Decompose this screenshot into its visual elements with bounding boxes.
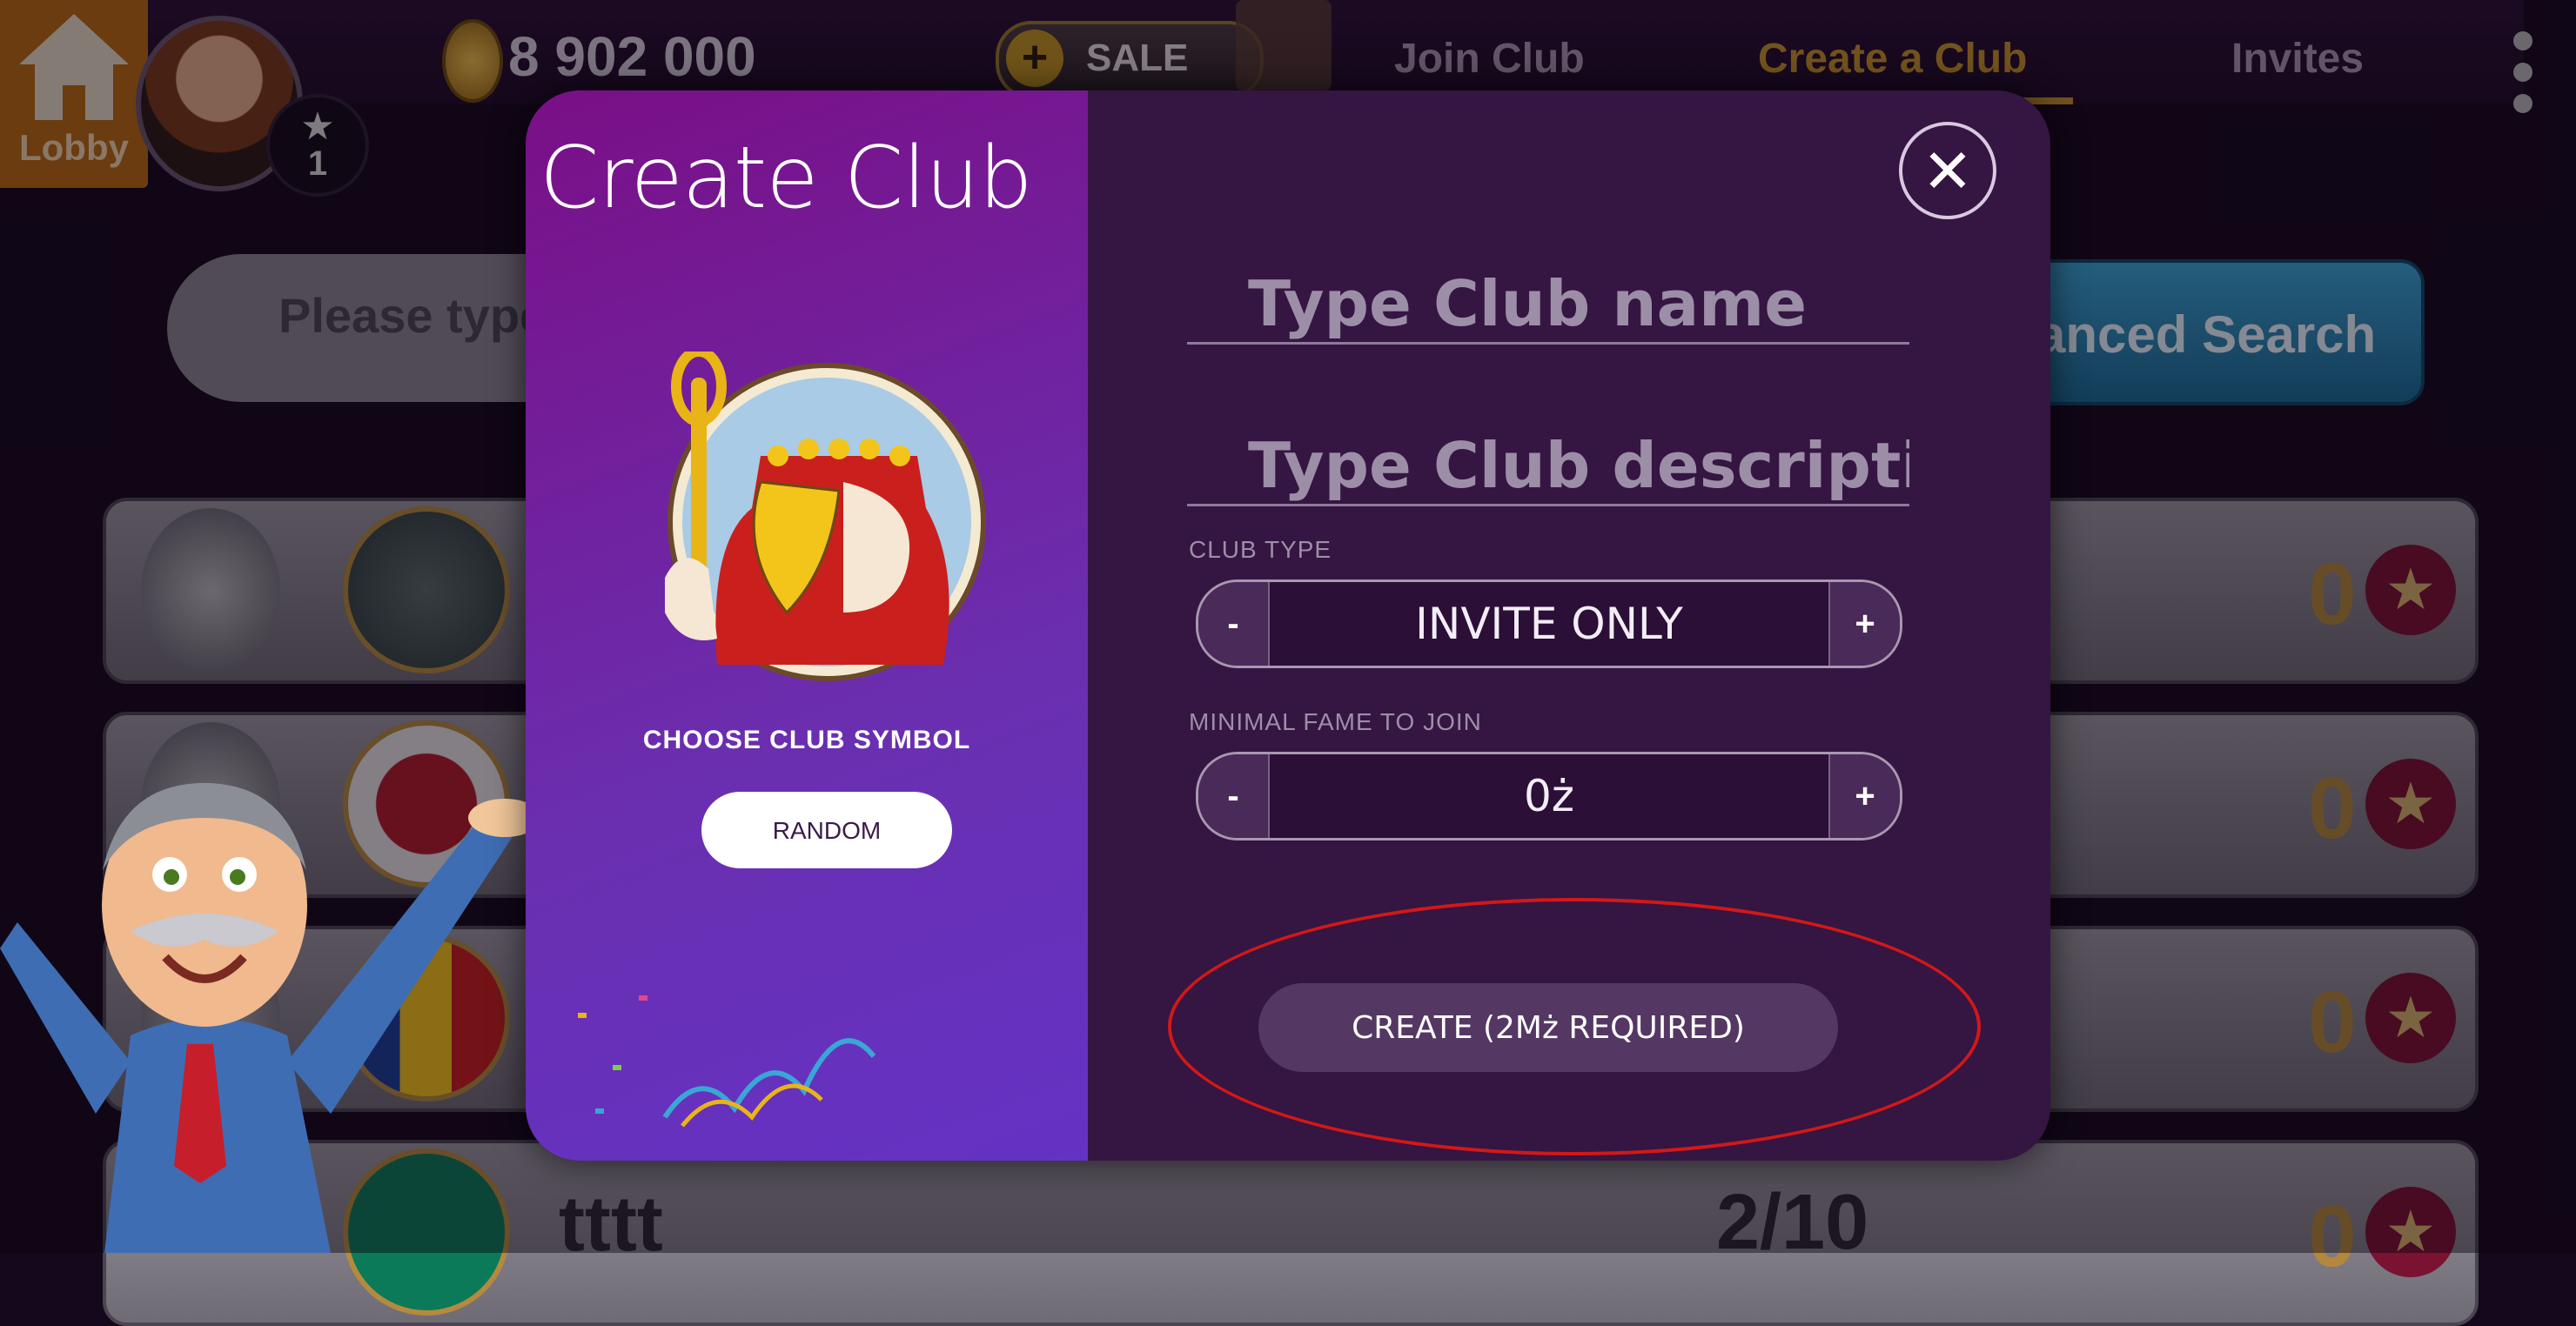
create-club-dialog: Create Club CHOOSE CLUB SYMBOL RANDOM ✕ … [526, 90, 2050, 1161]
club-type-label: CLUB TYPE [1189, 536, 1332, 563]
close-icon[interactable]: ✕ [1899, 122, 1996, 219]
club-type-stepper: - INVITE ONLY + [1196, 579, 1902, 668]
choose-symbol-label: CHOOSE CLUB SYMBOL [642, 726, 971, 754]
club-type-decrement-button[interactable]: - [1198, 582, 1270, 666]
fame-increment-button[interactable]: + [1828, 754, 1900, 838]
minimal-fame-label: MINIMAL FAME TO JOIN [1189, 708, 1482, 735]
club-type-increment-button[interactable]: + [1828, 582, 1900, 666]
confetti-icon [578, 995, 876, 1128]
club-type-value: INVITE ONLY [1415, 599, 1683, 649]
club-name-input[interactable] [1187, 265, 1909, 345]
fame-decrement-button[interactable]: - [1198, 754, 1270, 838]
create-club-button[interactable]: CREATE (2Mż REQUIRED) [1258, 983, 1838, 1072]
fame-value: 0ż [1523, 771, 1575, 821]
mascot-character-icon [0, 783, 541, 1253]
symbol-panel: Create Club CHOOSE CLUB SYMBOL RANDOM [526, 90, 1088, 1161]
random-symbol-button[interactable]: RANDOM [701, 792, 952, 868]
minimal-fame-stepper: - 0ż + [1196, 752, 1902, 840]
club-description-input[interactable] [1187, 426, 1909, 506]
jack-card-symbol-icon[interactable] [656, 352, 987, 682]
dialog-title: Create Club [540, 129, 1033, 228]
